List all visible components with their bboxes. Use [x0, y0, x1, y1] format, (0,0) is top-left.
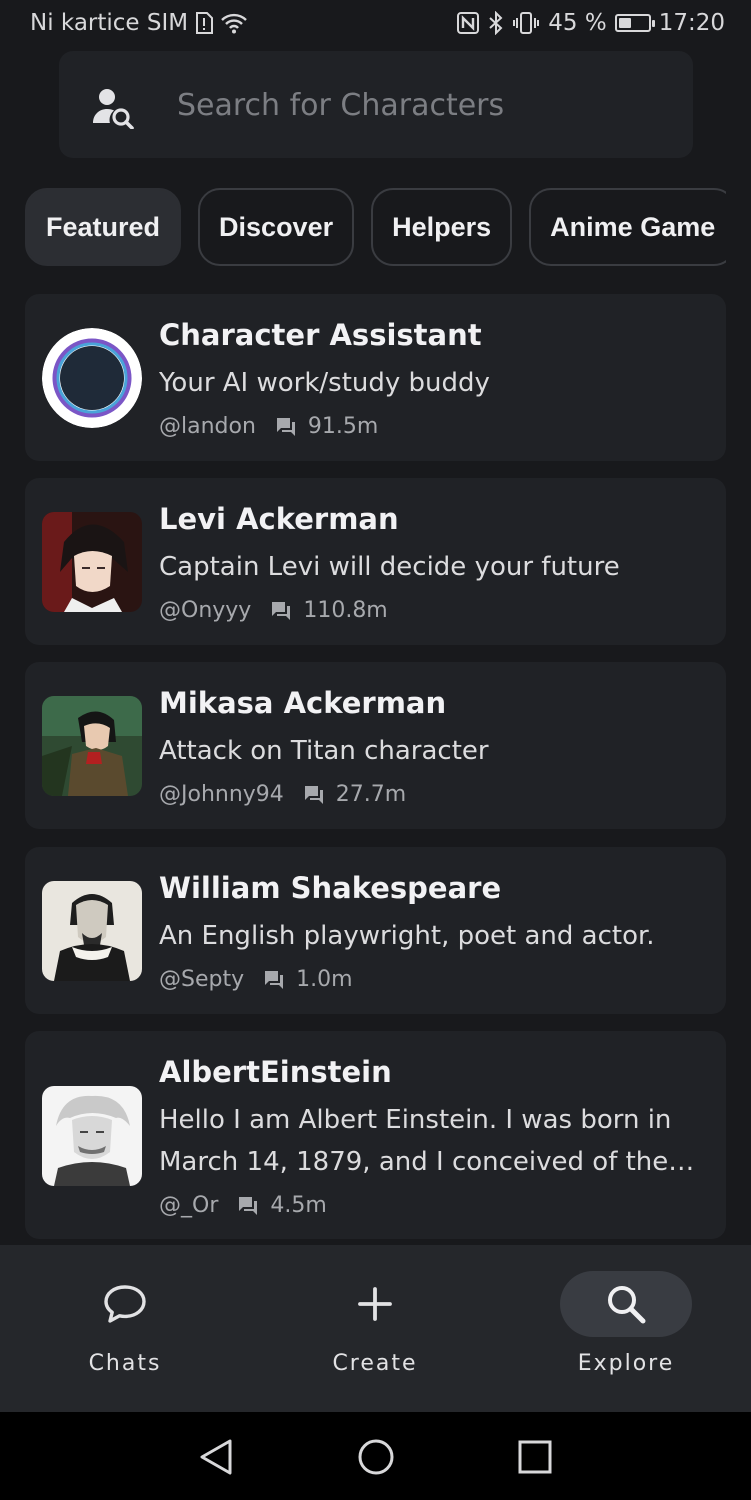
author-handle: @Septy: [159, 967, 245, 992]
nav-explore-label: Explore: [577, 1351, 675, 1376]
tab-featured[interactable]: Featured: [25, 188, 182, 266]
status-left: Ni kartice SIM: [30, 10, 248, 36]
character-name: Levi Ackerman: [159, 502, 399, 536]
avatar: [42, 328, 142, 428]
search-bar[interactable]: [59, 51, 693, 158]
search-icon: [608, 1286, 646, 1324]
avatar: [42, 1086, 142, 1186]
chat-count: 27.7m: [335, 782, 407, 807]
character-meta: @Onyyy 110.8m: [159, 598, 388, 623]
sim-alert-icon: [196, 12, 214, 34]
mikasa-portrait-image: [42, 696, 142, 796]
chat-count-icon: [304, 785, 323, 804]
character-card-character-assistant[interactable]: Character Assistant Your AI work/study b…: [25, 294, 726, 461]
status-bar: Ni kartice SIM 45 % 17:20: [0, 0, 751, 52]
chat-count: 91.5m: [307, 414, 379, 439]
chat-count: 1.0m: [296, 967, 353, 992]
clock: 17:20: [658, 10, 725, 36]
character-meta: @landon 91.5m: [159, 414, 378, 439]
author-handle: @landon: [159, 414, 256, 439]
chat-count: 4.5m: [270, 1193, 327, 1218]
plus-icon: [358, 1287, 392, 1321]
avatar: [42, 512, 142, 612]
home-icon[interactable]: [356, 1437, 396, 1477]
chat-count-icon: [276, 417, 295, 436]
system-navigation-bar: [0, 1412, 751, 1500]
wifi-icon: [221, 13, 247, 34]
back-icon[interactable]: [196, 1438, 236, 1476]
character-description: Captain Levi will decide your future: [159, 552, 620, 582]
battery-percent: 45 %: [548, 10, 607, 36]
chat-count-icon: [265, 970, 284, 989]
character-meta: @Septy 1.0m: [159, 967, 353, 992]
avatar: [42, 881, 142, 981]
person-search-icon: [93, 89, 134, 129]
character-description: Your AI work/study buddy: [159, 368, 490, 398]
nav-explore-pill[interactable]: [560, 1271, 692, 1337]
character-name: William Shakespeare: [159, 871, 502, 905]
avatar: [42, 696, 142, 796]
chat-bubble-icon: [104, 1285, 146, 1323]
nav-create-pill[interactable]: [309, 1271, 441, 1337]
author-handle: @Onyyy: [159, 598, 252, 623]
character-description: Attack on Titan character: [159, 736, 489, 766]
chat-count: 110.8m: [303, 598, 388, 623]
shakespeare-portrait-image: [42, 881, 142, 981]
character-description: Hello I am Albert Einstein. I was born i…: [159, 1105, 695, 1177]
levi-portrait-image: [42, 512, 142, 612]
chat-count-icon: [239, 1196, 258, 1215]
recents-icon[interactable]: [517, 1439, 553, 1475]
character-card-mikasa-ackerman[interactable]: Mikasa Ackerman Attack on Titan characte…: [25, 662, 726, 829]
character-name: Mikasa Ackerman: [159, 686, 447, 720]
vibrate-icon: [513, 12, 540, 34]
category-tabs: Featured Discover Helpers Anime Game: [25, 188, 726, 270]
nav-chats[interactable]: Chats: [0, 1245, 250, 1412]
character-name: Character Assistant: [159, 318, 482, 352]
character-card-levi-ackerman[interactable]: Levi Ackerman Captain Levi will decide y…: [25, 478, 726, 645]
author-handle: @Johnny94: [159, 782, 284, 807]
einstein-portrait-image: [42, 1086, 142, 1186]
tab-discover[interactable]: Discover: [198, 188, 355, 266]
character-card-albert-einstein[interactable]: AlbertEinstein Hello I am Albert Einstei…: [25, 1031, 726, 1239]
author-handle: @_Or: [159, 1193, 219, 1218]
character-meta: @_Or 4.5m: [159, 1193, 327, 1218]
tab-anime-game[interactable]: Anime Game: [529, 188, 726, 266]
character-name: AlbertEinstein: [159, 1055, 392, 1089]
nav-explore[interactable]: Explore: [501, 1245, 751, 1412]
status-right: 45 % 17:20: [456, 10, 725, 36]
carrier-text: Ni kartice SIM: [30, 10, 189, 36]
nfc-icon: [457, 12, 480, 34]
bottom-navigation: Chats Create Explore: [0, 1245, 751, 1412]
nav-create-label: Create: [332, 1351, 418, 1376]
chat-count-icon: [272, 601, 291, 620]
tab-helpers[interactable]: Helpers: [371, 188, 513, 266]
battery-icon: [614, 14, 655, 32]
nav-create[interactable]: Create: [250, 1245, 500, 1412]
search-input[interactable]: [175, 79, 659, 131]
character-card-william-shakespeare[interactable]: William Shakespeare An English playwrigh…: [25, 847, 726, 1014]
character-meta: @Johnny94 27.7m: [159, 782, 406, 807]
character-description: An English playwright, poet and actor.: [159, 921, 655, 951]
nav-chats-label: Chats: [88, 1351, 162, 1376]
nav-chats-pill[interactable]: [59, 1271, 191, 1337]
assistant-ring-icon: [42, 328, 142, 428]
bluetooth-icon: [489, 11, 503, 35]
